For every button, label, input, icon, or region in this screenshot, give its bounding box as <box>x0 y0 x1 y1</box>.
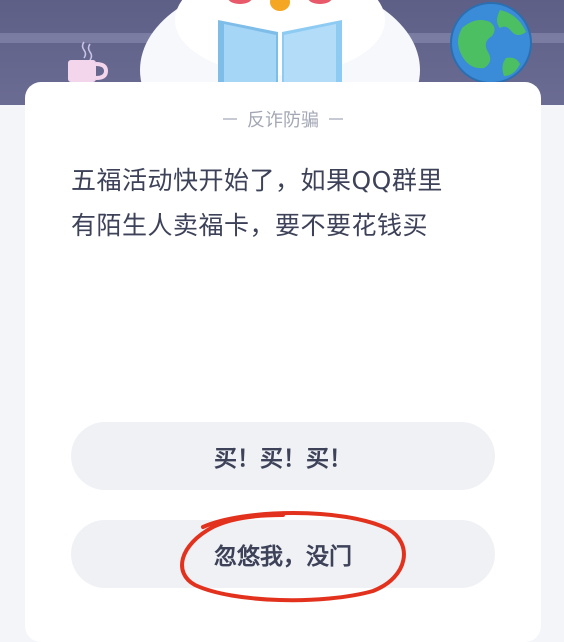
tag-dash-left <box>223 118 237 120</box>
answer-option-label: 买！买！买！ <box>214 446 352 472</box>
tag-dash-right <box>329 118 343 120</box>
question-line-1: 五福活动快开始了，如果QQ群里 <box>71 166 443 195</box>
question-card: 反诈防骗 五福活动快开始了，如果QQ群里 有陌生人卖福卡，要不要花钱买 买！买！… <box>25 82 541 642</box>
answer-option-label: 忽悠我，没门 <box>214 544 352 570</box>
question-line-2: 有陌生人卖福卡，要不要花钱买 <box>71 211 429 240</box>
answer-option-refuse[interactable]: 忽悠我，没门 <box>71 520 495 588</box>
card-tag: 反诈防骗 <box>25 106 541 132</box>
question-text: 五福活动快开始了，如果QQ群里 有陌生人卖福卡，要不要花钱买 <box>71 158 491 248</box>
mug-icon <box>68 41 108 82</box>
answer-option-buy[interactable]: 买！买！买！ <box>71 422 495 490</box>
globe-icon <box>450 2 532 84</box>
card-tag-label: 反诈防骗 <box>247 110 319 131</box>
